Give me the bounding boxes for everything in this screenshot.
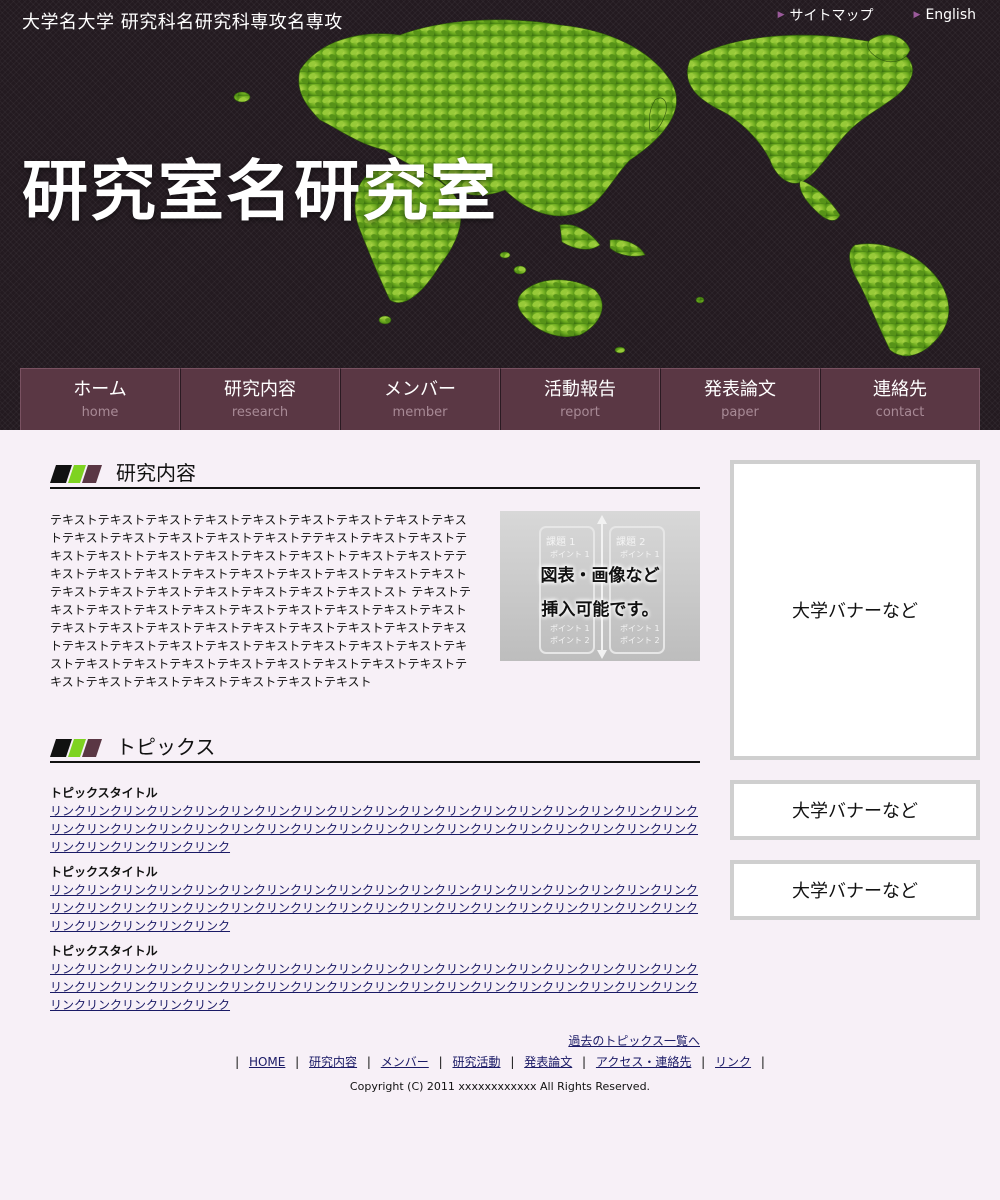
figure-box2-label: 課題 2: [616, 537, 646, 548]
triangle-right-icon: ▶: [913, 10, 921, 20]
nav-item-sublabel: contact: [875, 404, 925, 420]
sitemap-link-label: サイトマップ: [789, 8, 874, 24]
stripe-icon: [50, 739, 102, 757]
nav-item-sublabel: research: [231, 404, 289, 420]
nav-item-research[interactable]: 研究内容 research: [180, 368, 340, 430]
topic-link[interactable]: リンクリンクリンクリンクリンクリンクリンクリンクリンクリンクリンクリンクリンクリ…: [50, 881, 700, 935]
nav-item-label: ホーム: [73, 378, 127, 400]
topic-item: トピックスタイトル リンクリンクリンクリンクリンクリンクリンクリンクリンクリンク…: [50, 785, 700, 856]
nav-item-label: 発表論文: [704, 378, 776, 400]
past-topics-link[interactable]: 過去のトピックス一覧へ: [568, 1034, 700, 1048]
nav-item-member[interactable]: メンバー member: [340, 368, 500, 430]
university-name: 大学名大学 研究科名研究科専攻名専攻: [22, 12, 343, 33]
nav-item-label: 研究内容: [224, 378, 296, 400]
section-title: 研究内容: [116, 461, 196, 485]
nav-item-report[interactable]: 活動報告 report: [500, 368, 660, 430]
more-topics: 過去のトピックス一覧へ: [50, 1032, 700, 1049]
topic-link[interactable]: リンクリンクリンクリンクリンクリンクリンクリンクリンクリンクリンクリンクリンクリ…: [50, 802, 700, 856]
university-banner[interactable]: 大学バナーなど: [730, 460, 980, 760]
lab-title: 研究室名研究室: [22, 153, 498, 230]
topic-item: トピックスタイトル リンクリンクリンクリンクリンクリンクリンクリンクリンクリンク…: [50, 864, 700, 935]
footer-separator: |: [582, 1055, 587, 1069]
figure-point-label: ポイント 2: [620, 636, 660, 645]
footer-link-home[interactable]: HOME: [249, 1055, 285, 1069]
footer-nav: | HOME | 研究内容 | メンバー | 研究活動 | 発表論文 | アクセ…: [0, 1053, 1000, 1070]
nav-item-home[interactable]: ホーム home: [20, 368, 180, 430]
nav-item-sublabel: report: [560, 404, 600, 420]
topics-section: トピックス トピックスタイトル リンクリンクリンクリンクリンクリンクリンクリンク…: [50, 729, 700, 1049]
footer-separator: |: [235, 1055, 240, 1069]
footer-separator: |: [510, 1055, 515, 1069]
figure-point-label: ポイント 1: [550, 550, 590, 559]
topic-title: トピックスタイトル: [50, 944, 158, 958]
figure-caption-line1: 図表・画像など: [540, 566, 660, 586]
topic-title: トピックスタイトル: [50, 786, 158, 800]
nav-item-sublabel: paper: [721, 404, 759, 420]
figure-point-label: ポイント 1: [620, 624, 660, 633]
figure-point-label: ポイント 1: [550, 624, 590, 633]
nav-item-paper[interactable]: 発表論文 paper: [660, 368, 820, 430]
section-heading: 研究内容: [50, 455, 700, 489]
footer-link-member[interactable]: メンバー: [381, 1055, 429, 1069]
university-banner[interactable]: 大学バナーなど: [730, 780, 980, 840]
site-header: 大学名大学 研究科名研究科専攻名専攻 ▶ サイトマップ ▶ English 研究…: [0, 0, 1000, 430]
footer-link-research[interactable]: 研究内容: [309, 1055, 357, 1069]
sitemap-link[interactable]: ▶ サイトマップ: [778, 5, 874, 25]
header-utility-links: ▶ サイトマップ ▶ English: [778, 5, 976, 25]
triangle-right-icon: ▶: [777, 10, 785, 20]
nav-item-label: 連絡先: [873, 378, 927, 400]
figure-caption-line2: 挿入可能です。: [541, 600, 659, 620]
research-section: 研究内容 テキストテキストテキストテキストテキストテキストテキストテキストテキス…: [50, 455, 700, 691]
section-heading: トピックス: [50, 729, 700, 763]
topic-title: トピックスタイトル: [50, 865, 158, 879]
placeholder-figure: 課題 1 課題 2 ポイント 1 ポイント 1 ポイント 1 ポイント 2 ポイ…: [500, 511, 700, 661]
research-text: テキストテキストテキストテキストテキストテキストテキストテキストテキストテキスト…: [50, 513, 471, 689]
figure-point-label: ポイント 1: [620, 550, 660, 559]
nav-item-sublabel: member: [392, 404, 448, 420]
research-intro: テキストテキストテキストテキストテキストテキストテキストテキストテキストテキスト…: [50, 511, 700, 691]
section-title: トピックス: [116, 735, 216, 759]
main-nav: ホーム home 研究内容 research メンバー member 活動報告 …: [20, 368, 980, 430]
copyright: Copyright (C) 2011 xxxxxxxxxxxx All Righ…: [349, 1080, 651, 1093]
topic-item: トピックスタイトル リンクリンクリンクリンクリンクリンクリンクリンクリンクリンク…: [50, 943, 700, 1014]
english-link-label: English: [925, 7, 976, 23]
footer-link-links[interactable]: リンク: [715, 1055, 751, 1069]
footer-link-access[interactable]: アクセス・連絡先: [596, 1055, 691, 1069]
footer-separator: |: [701, 1055, 706, 1069]
university-banner[interactable]: 大学バナーなど: [730, 860, 980, 920]
figure-box1-label: 課題 1: [546, 537, 576, 548]
footer-separator: |: [366, 1055, 371, 1069]
nav-item-label: 活動報告: [544, 378, 616, 400]
figure-point-label: ポイント 2: [550, 636, 590, 645]
nav-item-contact[interactable]: 連絡先 contact: [820, 368, 980, 430]
nav-item-label: メンバー: [384, 378, 456, 400]
footer-separator: |: [295, 1055, 300, 1069]
english-link[interactable]: ▶ English: [914, 5, 976, 25]
footer-link-activity[interactable]: 研究活動: [452, 1055, 500, 1069]
footer-separator: |: [760, 1055, 765, 1069]
footer-link-papers[interactable]: 発表論文: [524, 1055, 572, 1069]
main-content: 研究内容 テキストテキストテキストテキストテキストテキストテキストテキストテキス…: [50, 455, 700, 1049]
nav-item-sublabel: home: [81, 404, 119, 420]
sidebar: 大学バナーなど 大学バナーなど 大学バナーなど: [730, 460, 980, 920]
figure-diagram-graphic: [539, 515, 665, 659]
stripe-icon: [50, 465, 102, 483]
topic-link[interactable]: リンクリンクリンクリンクリンクリンクリンクリンクリンクリンクリンクリンクリンクリ…: [50, 960, 700, 1014]
footer-separator: |: [438, 1055, 443, 1069]
